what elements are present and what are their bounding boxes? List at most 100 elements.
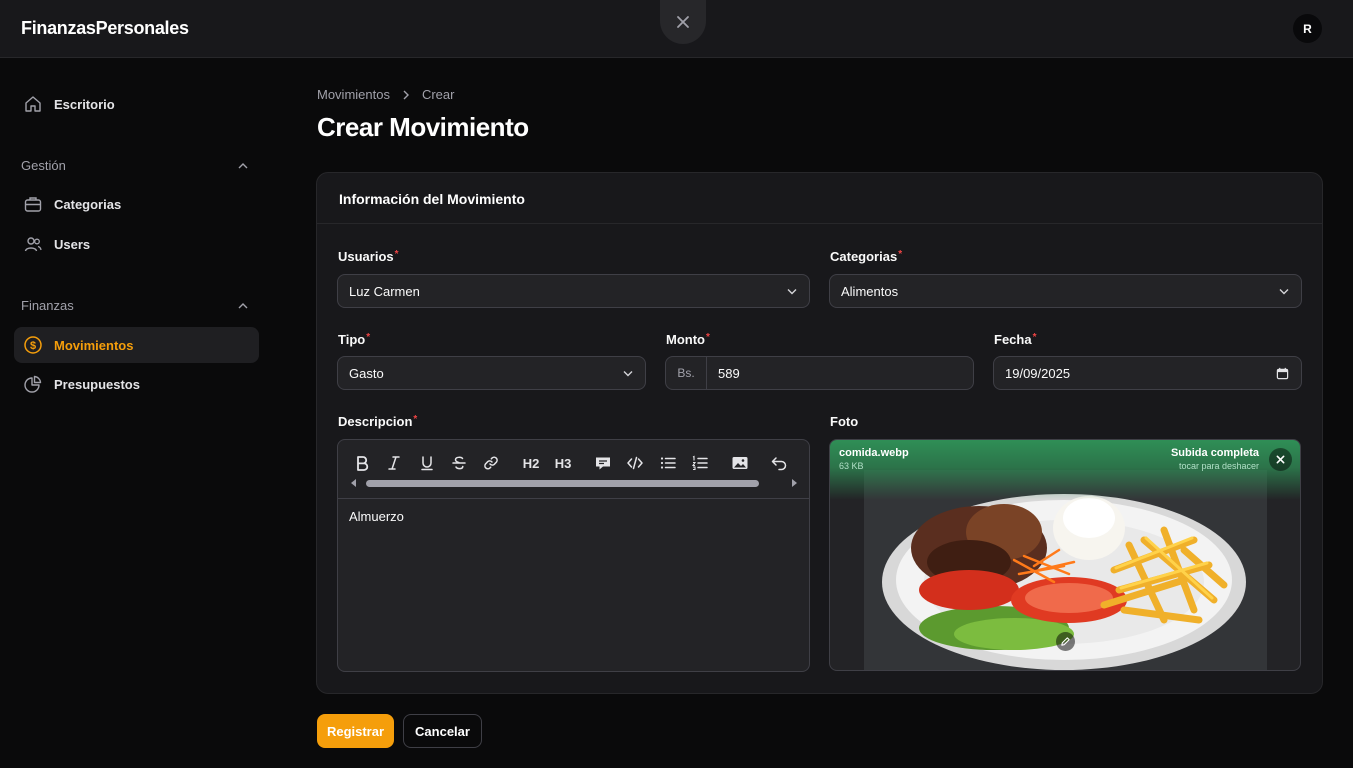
user-avatar[interactable]: R [1293,14,1322,43]
italic-icon [388,456,400,470]
close-icon [677,16,689,28]
sidebar-group-gestion[interactable]: Gestión [21,158,249,173]
strikethrough-icon [452,456,466,470]
undo-icon [771,457,787,471]
monto-input[interactable]: Bs. 589 [665,356,974,390]
registrar-button[interactable]: Registrar [317,714,394,748]
breadcrumb: Movimientos Crear [317,87,454,102]
label-text: Monto [666,332,705,347]
sidebar-item-label: Categorias [54,196,122,212]
link-button[interactable] [479,452,503,474]
sidebar-item-label: Presupuestos [54,376,140,392]
scroll-right-arrow[interactable] [792,479,797,487]
calendar-icon[interactable] [1276,367,1289,380]
users-icon [23,234,43,254]
descripcion-label: Descripcion* [338,414,417,429]
required-mark: * [413,414,418,425]
scrollbar-thumb[interactable] [366,480,759,487]
input-value: 589 [718,365,740,381]
sidebar-item-presupuestos[interactable]: Presupuestos [14,366,259,402]
undo-button[interactable] [767,452,791,474]
sidebar-group-finanzas[interactable]: Finanzas [21,298,249,313]
pencil-icon [1061,637,1070,646]
underline-button[interactable] [415,452,439,474]
label-text: Categorias [830,249,898,264]
blockquote-button[interactable] [591,452,615,474]
sidebar-item-movimientos[interactable]: $ Movimientos [14,327,259,363]
label-text: Tipo [338,332,366,347]
undo-hint[interactable]: tocar para deshacer [1179,461,1259,471]
required-mark: * [1032,332,1037,343]
required-mark: * [898,249,903,260]
usuarios-label: Usuarios* [338,249,399,264]
strikethrough-button[interactable] [447,452,471,474]
usuarios-select[interactable]: Luz Carmen [337,274,810,308]
briefcase-icon [23,194,43,214]
chevron-right-icon [403,90,409,99]
sidebar-item-label: Movimientos [54,337,134,353]
brand-logo[interactable]: FinanzasPersonales [21,18,189,39]
tipo-select[interactable]: Gasto [337,356,646,390]
group-label: Gestión [21,158,66,173]
section-title: Información del Movimiento [317,173,1322,224]
fecha-input[interactable]: 19/09/2025 [993,356,1302,390]
currency-prefix: Bs. [666,357,707,389]
cancel-button[interactable]: Cancelar [403,714,482,748]
chat-bubble-icon [596,457,610,470]
sidebar-item-label: Users [54,236,91,252]
sidebar-item-categorias[interactable]: Categorias [14,186,259,222]
editor-content[interactable]: Almuerzo [338,499,809,534]
underline-icon [421,456,433,471]
edit-image-button[interactable] [1056,632,1075,651]
insert-image-button[interactable] [728,452,752,474]
sidebar-item-users[interactable]: Users [14,226,259,262]
input-value: 19/09/2025 [1005,365,1071,381]
select-value: Gasto [349,365,384,381]
sidebar-item-label: Escritorio [54,96,115,112]
h2-label: H2 [522,455,540,471]
ordered-list-button[interactable] [688,452,712,474]
categorias-label: Categorias* [830,249,902,264]
link-icon [484,456,498,470]
heading2-button[interactable]: H2 [519,452,543,474]
photo-upload[interactable]: comida.webp 63 KB Subida completa tocar … [829,439,1301,671]
chevron-up-icon [238,302,248,308]
chevron-up-icon [238,162,248,168]
chevron-down-icon [1279,289,1289,295]
h3-label: H3 [554,455,572,471]
home-icon [23,94,43,114]
list-bullet-icon [660,457,676,469]
chevron-down-icon [623,371,633,377]
required-mark: * [366,332,371,343]
svg-text:$: $ [30,340,36,352]
categorias-select[interactable]: Alimentos [829,274,1302,308]
required-mark: * [394,249,399,260]
code-icon [627,456,643,470]
fecha-label: Fecha* [994,332,1036,347]
currency-dollar-icon: $ [23,335,43,355]
top-bar: FinanzasPersonales R [0,0,1353,58]
descripcion-editor[interactable]: H2 H3 Almuerzo [337,439,810,672]
remove-file-button[interactable] [1269,448,1292,471]
breadcrumb-current: Crear [421,87,455,102]
tipo-label: Tipo* [338,332,370,347]
code-block-button[interactable] [623,452,647,474]
label-text: Fecha [994,332,1032,347]
scroll-left-arrow[interactable] [351,479,356,487]
bold-button[interactable] [350,452,374,474]
italic-button[interactable] [382,452,406,474]
bullet-list-button[interactable] [656,452,680,474]
bold-icon [357,456,369,471]
select-value: Luz Carmen [349,283,420,299]
toolbar-scrollbar[interactable] [348,477,800,489]
select-value: Alimentos [841,283,899,299]
required-mark: * [705,332,710,343]
close-icon [1276,455,1285,464]
heading3-button[interactable]: H3 [551,452,575,474]
editor-toolbar: H2 H3 [338,440,809,499]
foto-label: Foto [830,414,859,429]
upload-status: Subida completa [1170,447,1259,459]
close-button[interactable] [660,0,706,44]
breadcrumb-parent[interactable]: Movimientos [317,87,390,102]
sidebar-item-escritorio[interactable]: Escritorio [14,86,259,122]
